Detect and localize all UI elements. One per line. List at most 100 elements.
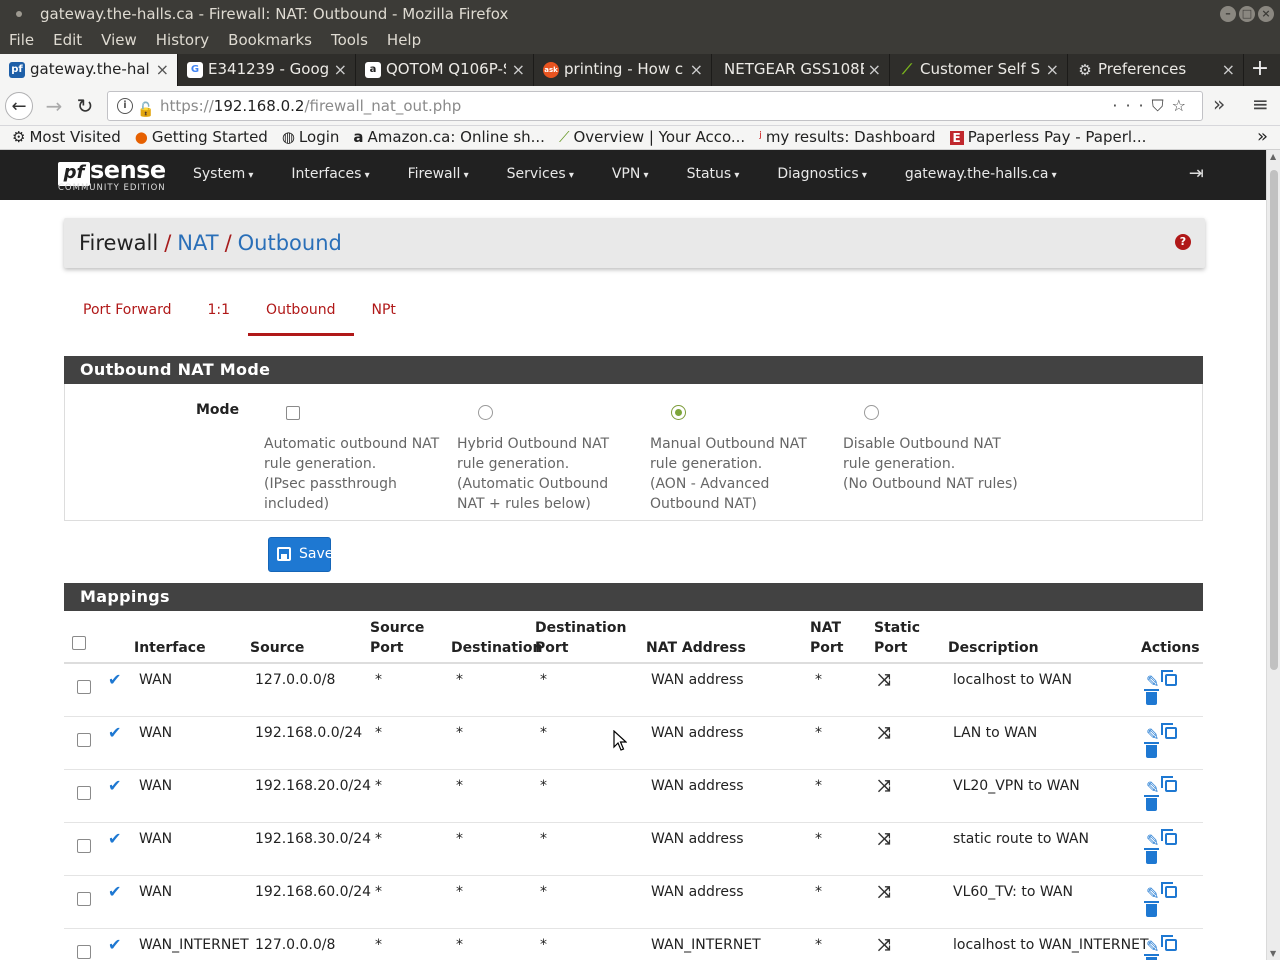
breadcrumb-nat[interactable]: NAT: [177, 231, 218, 255]
copy-icon[interactable]: [1161, 935, 1177, 951]
page-actions-icon[interactable]: ···: [1112, 96, 1151, 115]
nav-firewall[interactable]: Firewall: [398, 150, 479, 200]
nav-services[interactable]: Services: [497, 150, 584, 200]
reload-button[interactable]: ↻: [71, 92, 99, 120]
bookmark-getting-started[interactable]: ● Getting Started: [135, 126, 268, 149]
bookmark-most-visited[interactable]: ⚙ Most Visited: [12, 126, 121, 149]
tab-npt[interactable]: NPt: [354, 298, 414, 336]
menu-help[interactable]: Help: [378, 28, 431, 54]
col-static-port[interactable]: Static Port: [874, 618, 920, 658]
enabled-check-icon[interactable]: ✔: [108, 882, 121, 901]
forward-button[interactable]: →: [40, 92, 68, 120]
hamburger-menu-icon[interactable]: ≡: [1252, 92, 1269, 116]
copy-icon[interactable]: [1161, 670, 1177, 686]
scroll-down-icon[interactable]: ▼: [1270, 949, 1276, 958]
mode-option-hybrid[interactable]: Hybrid Outbound NAT rule generation. (Au…: [457, 404, 637, 514]
menu-edit[interactable]: Edit: [44, 28, 92, 54]
row-select-checkbox[interactable]: [77, 945, 91, 959]
row-select-checkbox[interactable]: [77, 892, 91, 906]
copy-icon[interactable]: [1161, 723, 1177, 739]
help-icon[interactable]: ?: [1175, 234, 1191, 250]
table-row[interactable]: ✔ WAN 127.0.0.0/8 * * * WAN address * ⤨ …: [64, 664, 1203, 717]
bookmark-amazon[interactable]: a Amazon.ca: Online sh...: [353, 126, 545, 149]
browser-tab-qotom[interactable]: a QOTOM Q106P-S ×: [356, 54, 534, 86]
nav-status[interactable]: Status: [677, 150, 750, 200]
url-bar[interactable]: i 🔓 https://192.168.0.2/firewall_nat_out…: [107, 91, 1203, 121]
delete-trash-icon[interactable]: [1144, 795, 1159, 811]
overflow-chevron-icon[interactable]: »: [1213, 92, 1225, 116]
copy-icon[interactable]: [1161, 829, 1177, 845]
new-tab-button[interactable]: +: [1244, 54, 1276, 86]
browser-tab-askubuntu[interactable]: ask printing - How can ×: [534, 54, 712, 86]
enabled-check-icon[interactable]: ✔: [108, 776, 121, 795]
table-row[interactable]: ✔ WAN_INTERNET 127.0.0.0/8 * * * WAN_INT…: [64, 929, 1203, 960]
table-row[interactable]: ✔ WAN 192.168.0.0/24 * * * WAN address *…: [64, 717, 1203, 770]
menu-bookmarks[interactable]: Bookmarks: [219, 28, 322, 54]
nav-hostname[interactable]: gateway.the-halls.ca: [895, 150, 1067, 200]
close-window-icon[interactable]: ×: [1258, 6, 1274, 22]
pocket-icon[interactable]: ⛉: [1152, 96, 1172, 115]
delete-trash-icon[interactable]: [1144, 848, 1159, 864]
tab-close-icon[interactable]: ×: [156, 54, 169, 85]
minimize-icon[interactable]: –: [1220, 6, 1236, 22]
browser-tab-google[interactable]: G E341239 - Google Search ×: [178, 54, 356, 86]
delete-trash-icon[interactable]: [1144, 689, 1159, 705]
enabled-check-icon[interactable]: ✔: [108, 670, 121, 689]
browser-tab-customer-self-service[interactable]: ⟋ Customer Self Service ×: [890, 54, 1068, 86]
tab-port-forward[interactable]: Port Forward: [65, 298, 190, 336]
enabled-check-icon[interactable]: ✔: [108, 723, 121, 742]
browser-tab-netgear[interactable]: NETGEAR GSS108E ×: [712, 54, 890, 86]
tab-1to1[interactable]: 1:1: [190, 298, 249, 336]
scroll-up-icon[interactable]: ▲: [1270, 152, 1276, 161]
bookmark-my-results[interactable]: ʲ my results: Dashboard: [759, 126, 935, 149]
table-row[interactable]: ✔ WAN 192.168.60.0/24 * * * WAN address …: [64, 876, 1203, 929]
col-nat-port[interactable]: NAT Port: [810, 618, 843, 658]
back-button[interactable]: ←: [5, 92, 33, 120]
site-info-icon[interactable]: i: [117, 98, 133, 114]
page-scrollbar[interactable]: ▲ ▼: [1266, 150, 1280, 960]
mode-option-manual[interactable]: Manual Outbound NAT rule generation. (AO…: [650, 404, 830, 514]
bookmark-login[interactable]: ◍ Login: [282, 126, 340, 149]
bookmark-star-icon[interactable]: ☆: [1172, 96, 1194, 115]
tab-close-icon[interactable]: ×: [1222, 54, 1235, 85]
insecure-lock-icon[interactable]: 🔓: [137, 96, 154, 124]
browser-tab-preferences[interactable]: ⚙ Preferences ×: [1068, 54, 1244, 86]
maximize-icon[interactable]: □: [1239, 6, 1255, 22]
table-row[interactable]: ✔ WAN 192.168.20.0/24 * * * WAN address …: [64, 770, 1203, 823]
tab-close-icon[interactable]: ×: [512, 54, 525, 85]
row-select-checkbox[interactable]: [77, 786, 91, 800]
pfsense-logo[interactable]: pf sense COMMUNITY EDITION: [58, 156, 166, 193]
delete-trash-icon[interactable]: [1144, 742, 1159, 758]
table-row[interactable]: ✔ WAN 192.168.30.0/24 * * * WAN address …: [64, 823, 1203, 876]
bookmark-paperless-pay[interactable]: E Paperless Pay - Paperl...: [949, 126, 1146, 149]
tab-close-icon[interactable]: ×: [868, 54, 881, 85]
mode-option-automatic[interactable]: Automatic outbound NAT rule generation. …: [264, 404, 444, 514]
col-interface[interactable]: Interface: [134, 638, 206, 658]
enabled-check-icon[interactable]: ✔: [108, 829, 121, 848]
col-description[interactable]: Description: [948, 638, 1039, 658]
scrollbar-thumb[interactable]: [1270, 170, 1278, 670]
mode-hybrid-radio[interactable]: [478, 405, 493, 420]
browser-tab-pfsense[interactable]: pf gateway.the-halls.ca ×: [0, 54, 178, 86]
mode-option-disable[interactable]: Disable Outbound NAT rule generation. (N…: [843, 404, 1043, 494]
tab-close-icon[interactable]: ×: [690, 54, 703, 85]
col-source-port[interactable]: Source Port: [370, 618, 424, 658]
mode-automatic-checkbox[interactable]: [286, 406, 300, 420]
mode-disable-radio[interactable]: [864, 405, 879, 420]
tab-close-icon[interactable]: ×: [1046, 54, 1059, 85]
delete-trash-icon[interactable]: [1144, 901, 1159, 917]
logout-icon[interactable]: ⇥: [1189, 163, 1204, 184]
menu-file[interactable]: File: [0, 28, 44, 54]
bookmark-overview[interactable]: ⟋ Overview | Your Acco...: [559, 126, 745, 149]
col-source[interactable]: Source: [250, 638, 304, 658]
col-nat-address[interactable]: NAT Address: [646, 638, 746, 658]
row-select-checkbox[interactable]: [77, 839, 91, 853]
col-destination[interactable]: Destination: [451, 638, 542, 658]
menu-tools[interactable]: Tools: [322, 28, 378, 54]
copy-icon[interactable]: [1161, 776, 1177, 792]
col-destination-port[interactable]: Destination Port: [535, 618, 626, 658]
bookmarks-overflow-icon[interactable]: »: [1257, 126, 1268, 148]
nav-diagnostics[interactable]: Diagnostics: [767, 150, 876, 200]
menu-history[interactable]: History: [147, 28, 219, 54]
enabled-check-icon[interactable]: ✔: [108, 935, 121, 954]
